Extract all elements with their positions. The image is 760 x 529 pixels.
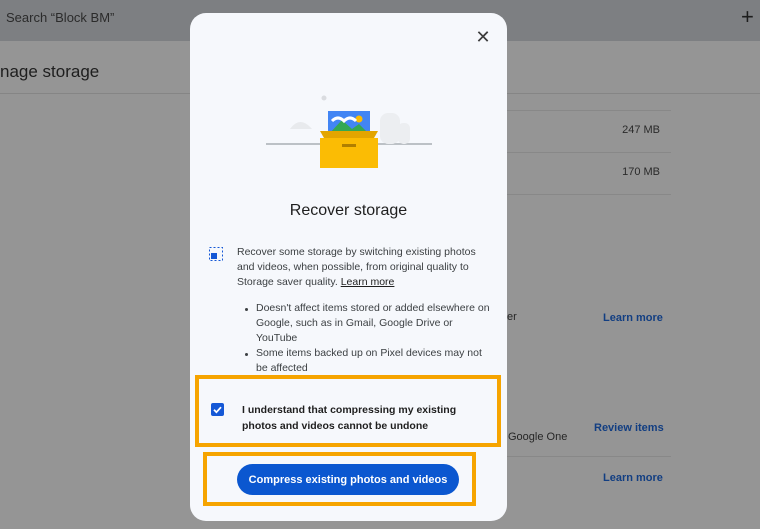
review-items-link[interactable]: Review items bbox=[594, 422, 664, 434]
info-text: Recover some storage by switching existi… bbox=[237, 246, 476, 288]
row-text-fragment: er bbox=[507, 311, 517, 323]
highlight-box bbox=[203, 452, 476, 506]
learn-more-link[interactable]: Learn more bbox=[341, 276, 395, 288]
divider bbox=[505, 152, 671, 153]
storage-size: 247 MB bbox=[622, 124, 660, 136]
row-text-fragment: Google One bbox=[508, 431, 568, 443]
list-item: Doesn't affect items stored or added els… bbox=[238, 301, 490, 346]
list-item: Some items backed up on Pixel devices ma… bbox=[238, 346, 490, 376]
divider bbox=[505, 194, 671, 195]
plus-icon[interactable]: + bbox=[741, 4, 754, 30]
divider bbox=[505, 110, 671, 111]
bullet-list: Doesn't affect items stored or added els… bbox=[238, 301, 490, 376]
learn-more-link[interactable]: Learn more bbox=[603, 472, 663, 484]
close-icon[interactable]: ✕ bbox=[473, 27, 493, 47]
search-input[interactable]: Search “Block BM” bbox=[6, 10, 114, 25]
highlight-box bbox=[195, 375, 501, 447]
divider bbox=[505, 456, 671, 457]
dialog-title: Recover storage bbox=[289, 202, 408, 219]
compress-image-icon bbox=[209, 247, 223, 261]
learn-more-link[interactable]: Learn more bbox=[603, 312, 663, 324]
page-title: nage storage bbox=[0, 62, 100, 81]
storage-box-illustration bbox=[266, 95, 432, 168]
storage-size: 170 MB bbox=[622, 166, 660, 178]
